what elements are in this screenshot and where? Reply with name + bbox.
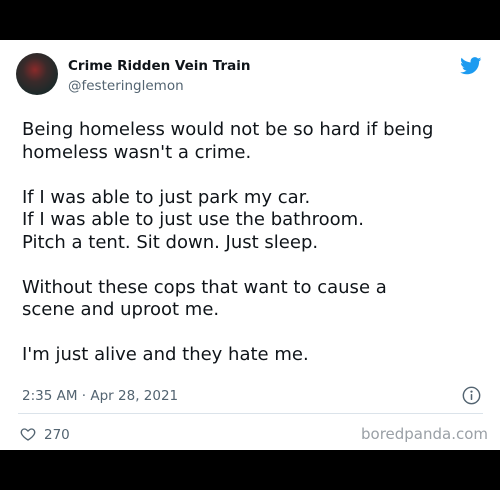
info-icon[interactable] (462, 386, 481, 405)
tweet-line: scene and uproot me. (22, 299, 220, 320)
tweet-timestamp[interactable]: 2:35 AM · Apr 28, 2021 (22, 388, 178, 404)
user-handle[interactable]: @festeringlemon (68, 78, 184, 94)
heart-icon[interactable] (20, 426, 36, 442)
twitter-bird-icon[interactable] (460, 57, 482, 75)
tweet-paragraph: Without these cops that want to cause a … (22, 277, 492, 322)
tweet-line: Being homeless would not be so hard if b… (22, 119, 434, 140)
tweet-paragraph: If I was able to just park my car. If I … (22, 187, 492, 255)
watermark: boredpanda.com (361, 425, 489, 443)
tweet-line: If I was able to just park my car. (22, 186, 311, 208)
tweet-line: homeless wasn't a crime. (22, 141, 252, 163)
tweet-paragraph: I'm just alive and they hate me. (22, 344, 492, 367)
like-count: 270 (44, 427, 70, 443)
tweet-text: Being homeless would not be so hard if b… (22, 119, 492, 367)
display-name[interactable]: Crime Ridden Vein Train (68, 58, 250, 74)
tweet-line: If I was able to just use the bathroom. (22, 209, 364, 230)
tweet-line: I'm just alive and they hate me. (22, 344, 309, 365)
divider (18, 413, 483, 414)
avatar[interactable] (16, 53, 58, 95)
tweet-line: Without these cops that want to cause a (22, 276, 387, 298)
tweet-paragraph: Being homeless would not be so hard if b… (22, 119, 492, 164)
tweet-card: Crime Ridden Vein Train @festeringlemon … (0, 40, 500, 450)
tweet-line: Pitch a tent. Sit down. Just sleep. (22, 231, 319, 253)
